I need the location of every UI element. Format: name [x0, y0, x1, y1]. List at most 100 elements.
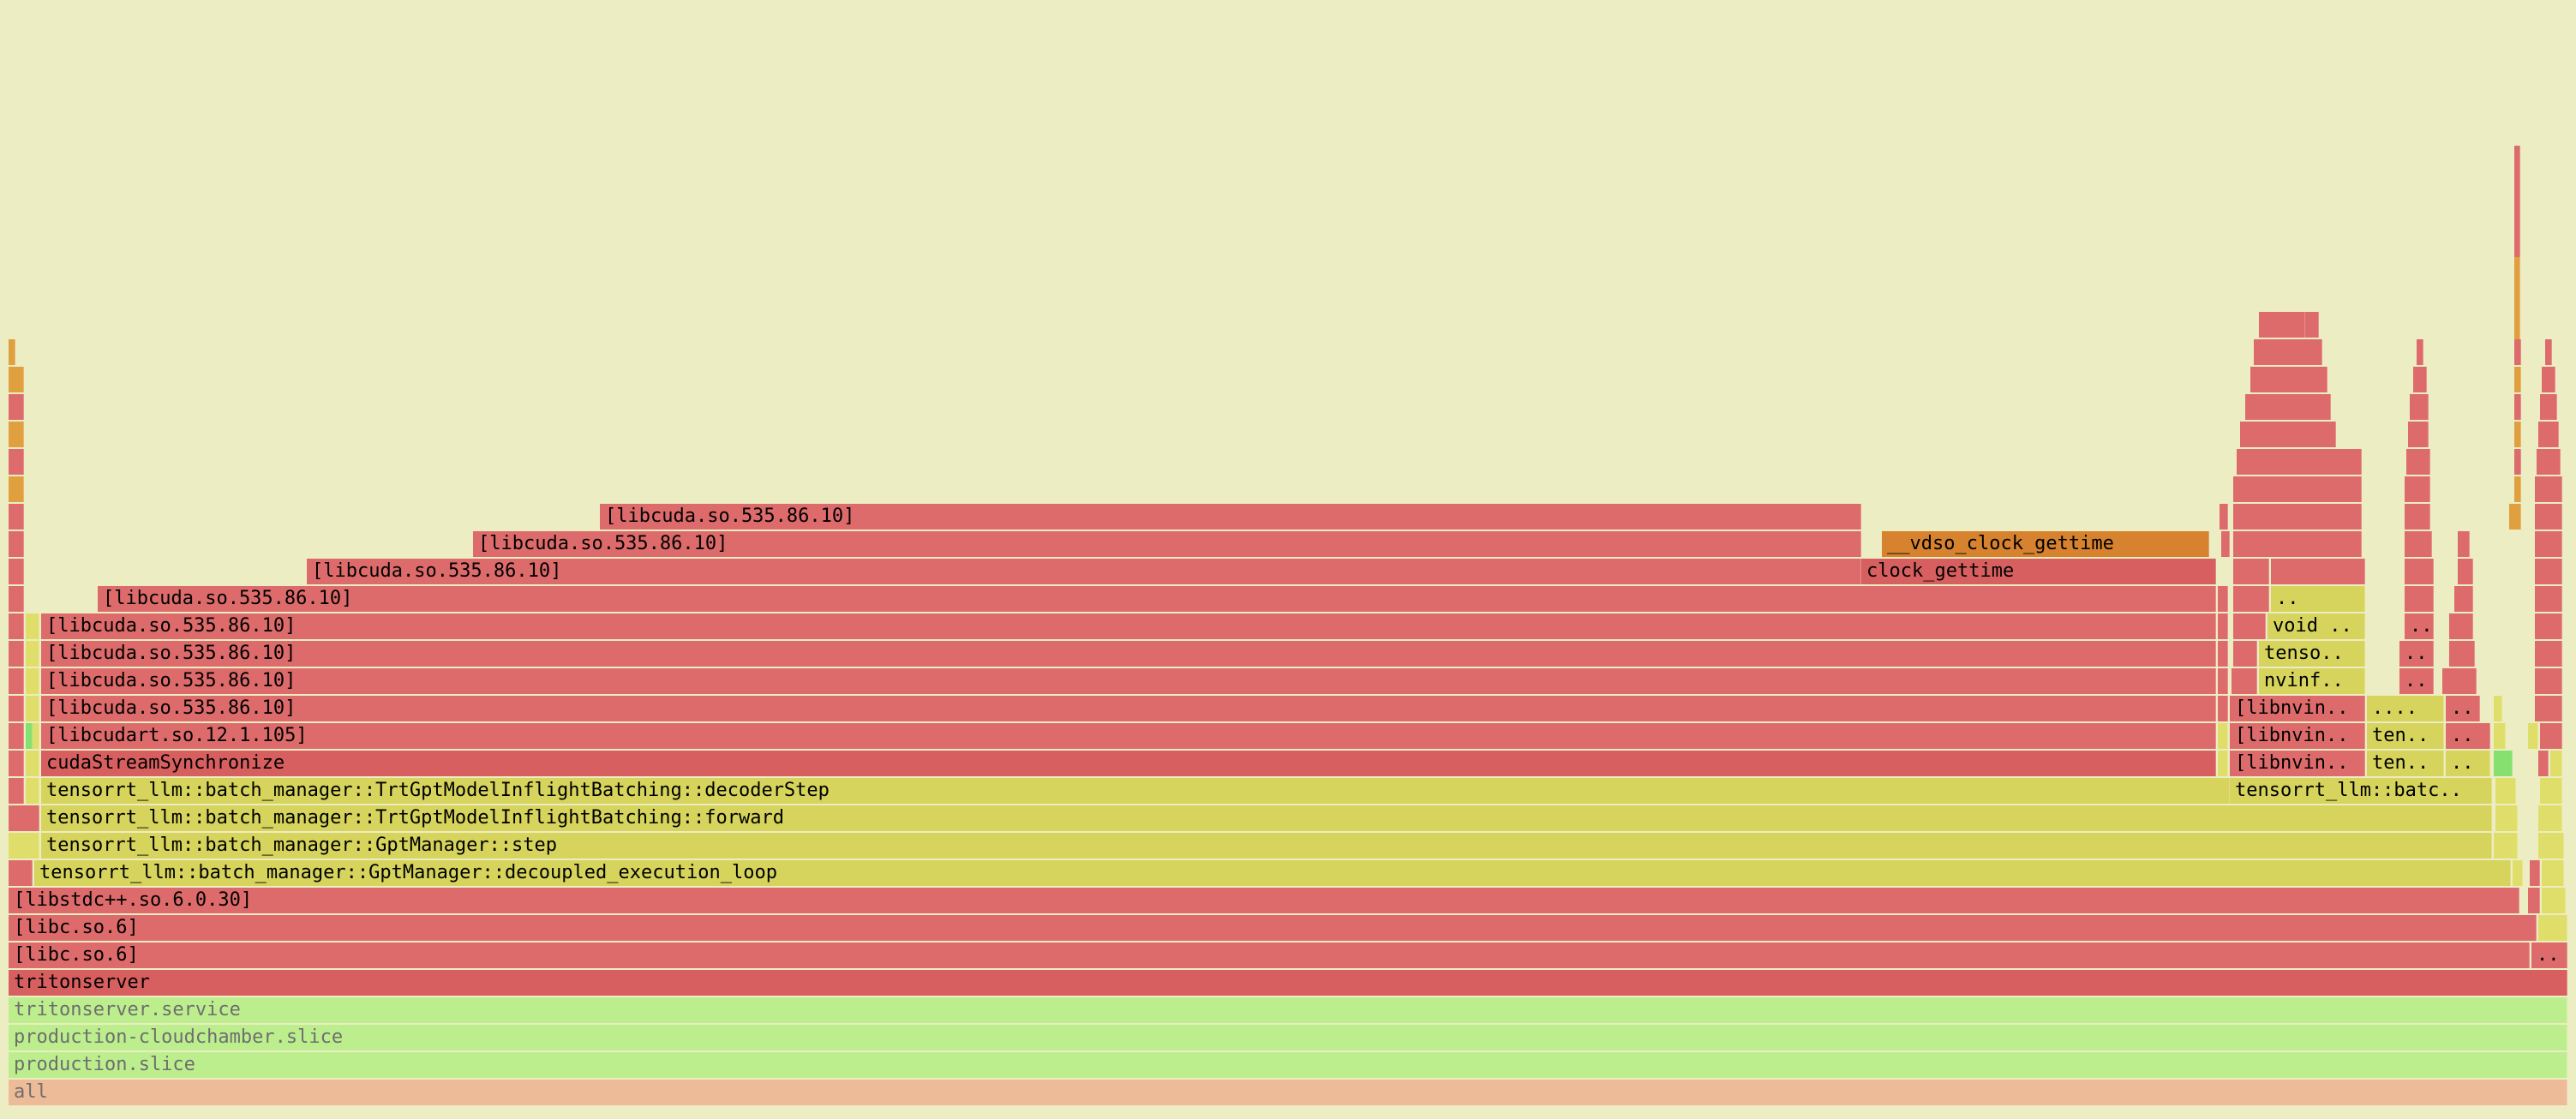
frame-ten-1[interactable]: ten..: [2367, 751, 2444, 776]
frame-cudart-tail-a[interactable]: [2494, 723, 2506, 749]
frame-libstdcxx[interactable]: [libstdc++.so.6.0.30]: [9, 888, 2519, 913]
frame-lc1-mid-a[interactable]: [2218, 696, 2228, 721]
frame-lc2-tail-b[interactable]: [2535, 668, 2562, 694]
frame-lc7-tail-c[interactable]: [2535, 531, 2562, 557]
frame-all[interactable]: all: [9, 1080, 2567, 1105]
frame-forward-tail-b[interactable]: [2538, 805, 2562, 831]
frame-lc4-tail-a[interactable]: [2449, 613, 2473, 639]
frame-lc3-left-b[interactable]: [26, 641, 39, 667]
frame-decoupled-tail-c[interactable]: [2542, 860, 2564, 886]
frame-lc7-b[interactable]: [2233, 531, 2362, 557]
frame-libcuda-2[interactable]: [libcuda.so.535.86.10]: [41, 668, 2216, 694]
frame-css-tail-a[interactable]: [2494, 751, 2513, 776]
frame-lc3-tail-b[interactable]: [2535, 641, 2562, 667]
frame-dots-5[interactable]: ..: [2399, 641, 2434, 667]
frame-lc4-left-a[interactable]: [9, 613, 24, 639]
frame-spike-c4[interactable]: [2514, 394, 2521, 420]
frame-decoder-left-b[interactable]: [26, 778, 39, 804]
frame-edge-l2[interactable]: [9, 449, 24, 475]
frame-lc3-left-a[interactable]: [9, 641, 24, 667]
frame-lc4-left-b[interactable]: [26, 613, 39, 639]
frame-dots-6[interactable]: ..: [2405, 613, 2434, 639]
frame-libcuda-3[interactable]: [libcuda.so.535.86.10]: [41, 641, 2216, 667]
frame-spike-c1[interactable]: [2514, 476, 2521, 502]
frame-spike-a1[interactable]: [2233, 476, 2362, 502]
frame-spike-d5[interactable]: [2542, 367, 2555, 392]
frame-libstdcxx-tail-a[interactable]: [2528, 888, 2540, 913]
frame-lc3-a[interactable]: [2233, 641, 2257, 667]
frame-lc1-tail-b[interactable]: [2535, 696, 2562, 721]
frame-edge-l1[interactable]: [9, 476, 24, 502]
frame-css-tail-b[interactable]: [2538, 751, 2549, 776]
frame-lc6-b[interactable]: [2271, 559, 2365, 584]
frame-production-slice[interactable]: production.slice: [9, 1052, 2567, 1078]
frame-css-left-b[interactable]: [26, 751, 39, 776]
frame-lc4-tail-b[interactable]: [2535, 613, 2562, 639]
frame-cudart-tail-c[interactable]: [2540, 723, 2562, 749]
frame-libcudart[interactable]: [libcudart.so.12.1.105]: [41, 723, 2216, 749]
frame-lc6-left-a[interactable]: [9, 559, 24, 584]
frame-spike-a4[interactable]: [2245, 394, 2331, 420]
frame-inflight-batc[interactable]: tensorrt_llm::batc..: [2230, 778, 2492, 804]
frame-tritonserver[interactable]: tritonserver: [9, 970, 2567, 996]
frame-lc8-tail-a[interactable]: [2405, 504, 2430, 530]
frame-spike-c8[interactable]: [2514, 146, 2520, 257]
frame-spike-d6[interactable]: [2545, 339, 2552, 365]
frame-decoupled-execution-loop[interactable]: tensorrt_llm::batch_manager::GptManager:…: [34, 860, 2511, 886]
frame-libcuda-4[interactable]: [libcuda.so.535.86.10]: [41, 613, 2216, 639]
frame-decoder-tail-b[interactable]: [2540, 778, 2562, 804]
frame-lc5-a[interactable]: [2233, 586, 2269, 612]
frame-lc5-mid-a[interactable]: [2218, 586, 2228, 612]
frame-production-cloudchamber-slice[interactable]: production-cloudchamber.slice: [9, 1025, 2567, 1050]
frame-edge-l5[interactable]: [9, 367, 24, 392]
frame-lc8-tail-c[interactable]: [2535, 504, 2562, 530]
frame-libc-inner-tail-a[interactable]: [2538, 915, 2567, 941]
frame-decoder-left-a[interactable]: [9, 778, 24, 804]
frame-libcuda-6[interactable]: [libcuda.so.535.86.10]: [307, 559, 1861, 584]
frame-libcuda-1[interactable]: [libcuda.so.535.86.10]: [41, 696, 2216, 721]
frame-lc8-left-a[interactable]: [9, 504, 24, 530]
frame-lc6-tail-c[interactable]: [2535, 559, 2562, 584]
frame-spike-a2[interactable]: [2237, 449, 2362, 475]
frame-libcuda-8[interactable]: [libcuda.so.535.86.10]: [600, 504, 1861, 530]
frame-clock-gettime[interactable]: clock_gettime: [1861, 559, 2216, 584]
frame-spike-d2[interactable]: [2537, 449, 2561, 475]
frame-css-tail-c[interactable]: [2550, 751, 2562, 776]
frame-cudart-mid-a[interactable]: [2218, 723, 2228, 749]
frame-libc-outer-sibling[interactable]: ..: [2531, 942, 2567, 968]
frame-inflight-decoder-step[interactable]: tensorrt_llm::batch_manager::TrtGptModel…: [41, 778, 2230, 804]
frame-lc1-tail-a[interactable]: [2494, 696, 2502, 721]
frame-gptmanager-step[interactable]: tensorrt_llm::batch_manager::GptManager:…: [41, 833, 2492, 859]
frame-libnvin-3[interactable]: [libnvin..: [2230, 696, 2365, 721]
frame-lc4-mid-a[interactable]: [2218, 613, 2228, 639]
frame-spike-b5[interactable]: [2413, 367, 2427, 392]
frame-lc4-a[interactable]: [2233, 613, 2266, 639]
frame-libc-inner[interactable]: [libc.so.6]: [9, 915, 2537, 941]
frame-forward-tail-a[interactable]: [2495, 805, 2518, 831]
frame-tenso[interactable]: tenso..: [2259, 641, 2365, 667]
frame-spike-a6[interactable]: [2254, 339, 2322, 365]
frame-lc1-left-b[interactable]: [26, 696, 39, 721]
frame-forward-left-a[interactable]: [9, 805, 39, 831]
frame-libnvin-1[interactable]: [libnvin..: [2230, 751, 2365, 776]
frame-edge-l6[interactable]: [9, 339, 15, 365]
frame-lc8-a[interactable]: [2220, 504, 2228, 530]
frame-spike-a7[interactable]: [2259, 312, 2319, 338]
frame-lc7-left-a[interactable]: [9, 531, 24, 557]
frame-css-mid-a[interactable]: [2218, 751, 2228, 776]
frame-lc7-tail-a[interactable]: [2405, 531, 2432, 557]
frame-decoder-tail-a[interactable]: [2495, 778, 2516, 804]
frame-lc2-a[interactable]: [2232, 668, 2257, 694]
frame-lc6-tail-b[interactable]: [2458, 559, 2473, 584]
frame-nvinf[interactable]: nvinf..: [2259, 668, 2365, 694]
frame-lc3-tail-a[interactable]: [2449, 641, 2475, 667]
frame-lc5-left-a[interactable]: [9, 586, 24, 612]
frame-cudart-left-c[interactable]: [33, 723, 39, 749]
frame-spike-d4[interactable]: [2540, 394, 2557, 420]
frame-void[interactable]: void ..: [2267, 613, 2365, 639]
frame-cudart-left-a[interactable]: [9, 723, 24, 749]
frame-spike-b6[interactable]: [2417, 339, 2423, 365]
frame-cuda-stream-synchronize[interactable]: cudaStreamSynchronize: [41, 751, 2216, 776]
frame-spike-a8[interactable]: [2298, 312, 2305, 338]
frame-lc7-a[interactable]: [2221, 531, 2230, 557]
